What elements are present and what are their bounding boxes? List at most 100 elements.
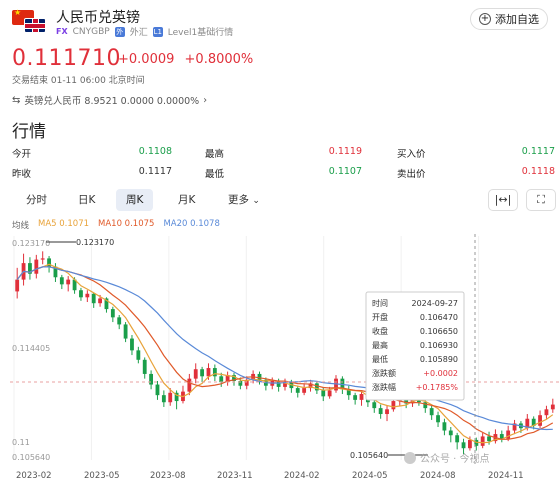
add-watchlist-button[interactable]: + 添加自选 <box>470 8 548 30</box>
x-tick-7: 2024-11 <box>488 471 524 481</box>
tooltip-label: 时间 <box>372 298 388 308</box>
price-change: +0.0009 +0.8000% <box>118 52 253 67</box>
candle-body <box>110 309 115 318</box>
candle-body <box>155 384 160 396</box>
currency-pair-flags-icon <box>12 8 48 36</box>
inverse-rate-link[interactable]: ⇆ 英镑兑人民币 8.9521 0.0000 0.0000% › <box>12 93 208 108</box>
section-title: 行情 <box>12 122 46 142</box>
candle-body <box>66 279 71 285</box>
tab-weekly-k[interactable]: 周K <box>116 189 154 211</box>
tab-monthly-k[interactable]: 月K <box>168 189 205 211</box>
wechat-icon <box>404 452 416 464</box>
candle-body <box>442 422 447 431</box>
ma10-line <box>16 266 554 440</box>
y-tick-mid: 0.114405 <box>12 344 50 353</box>
stat-value-high: 0.1119 <box>328 146 362 157</box>
add-watchlist-label: 添加自选 <box>495 13 539 26</box>
stat-value-open: 0.1108 <box>138 146 172 157</box>
market-icon: 外 <box>114 26 125 37</box>
candle-body <box>168 392 173 403</box>
x-tick-2: 2023-08 <box>150 471 186 481</box>
candle-body <box>193 369 198 379</box>
candle-body <box>123 324 128 339</box>
candle-body <box>136 350 141 360</box>
candle-body <box>117 317 122 325</box>
candle-body <box>206 368 211 377</box>
x-tick-5: 2024-05 <box>352 471 388 481</box>
tooltip-label: 涨跌幅 <box>372 382 396 392</box>
candle-body <box>40 258 45 260</box>
candle-body <box>378 408 383 415</box>
candle-body <box>321 390 326 397</box>
tab-intraday[interactable]: 分时 <box>16 189 57 211</box>
candle-body <box>448 430 453 436</box>
fx-badge: FX <box>56 27 68 36</box>
stat-value-prev-close: 0.1117 <box>138 166 172 177</box>
stat-label-open: 今开 <box>12 149 32 160</box>
market-label: 外汇 <box>129 28 148 38</box>
candle-body <box>359 393 364 400</box>
ma5-line <box>16 263 554 444</box>
chevron-down-icon: ⌄ <box>252 196 260 206</box>
uk-flag-icon <box>24 18 46 33</box>
candle-body <box>487 436 491 442</box>
candle-body <box>59 277 64 285</box>
ma-lines-layer <box>16 263 554 444</box>
tab-more-label: 更多 <box>228 194 249 206</box>
stat-value-ask: 0.1118 <box>521 166 555 177</box>
candle-body <box>15 279 20 292</box>
tooltip-label: 收盘 <box>372 326 388 336</box>
ma5-value: MA5 0.1071 <box>38 219 90 229</box>
level-label: Level1基础行情 <box>167 28 234 38</box>
ohlc-tooltip: 时间 2024-09-27 开盘 0.106470 收盘 0.106650 最高 0.1069… <box>365 291 465 401</box>
stat-value-bid: 0.1117 <box>521 146 555 157</box>
tooltip-value: +0.0002 <box>423 369 458 378</box>
candle-body <box>212 368 217 377</box>
candle-body <box>200 369 205 377</box>
stat-label-bid: 买入价 <box>397 149 426 160</box>
fit-width-icon[interactable]: |↔| <box>488 189 518 211</box>
x-axis-labels: 2023-02 2023-05 2023-08 2023-11 2024-02 … <box>16 471 524 481</box>
candle-body <box>34 259 39 274</box>
candle-body <box>538 415 542 426</box>
ma20-line <box>16 266 553 431</box>
symbol-info: FX CNYGBP 外 外汇 L1 Level1基础行情 <box>56 25 233 38</box>
tooltip-label: 最高 <box>372 340 388 350</box>
tooltip-label: 开盘 <box>372 312 388 322</box>
candle-body <box>461 442 466 449</box>
trading-status: 交易结束 01-11 06:00 北京时间 <box>12 76 145 86</box>
swap-icon: ⇆ <box>12 94 21 106</box>
candle-body <box>480 436 485 446</box>
x-tick-3: 2023-11 <box>217 471 253 481</box>
candle-body <box>455 435 460 443</box>
current-price: 0.111710 <box>12 46 121 71</box>
candles-layer <box>15 251 555 455</box>
kline-chart[interactable]: 0.123170 0.123170 0.114405 0.11 0.105640… <box>0 232 560 488</box>
ma-legend: 均线 MA5 0.1071 MA10 0.1075 MA20 0.1078 <box>12 219 220 231</box>
candle-body <box>130 338 134 351</box>
candle-body <box>85 293 90 298</box>
watermark-text: 公众号 · 今视点 <box>420 452 490 465</box>
tab-more[interactable]: 更多 ⌄ <box>218 189 270 211</box>
fullscreen-icon[interactable]: ⛶ <box>526 189 556 211</box>
ma-label: 均线 <box>12 221 30 231</box>
candle-body <box>98 298 102 304</box>
candle-body <box>219 376 224 383</box>
stat-label-prev-close: 昨收 <box>12 169 32 180</box>
x-tick-6: 2024-08 <box>420 471 456 481</box>
x-tick-0: 2023-02 <box>16 471 52 481</box>
y-tick-011: 0.11 <box>12 438 30 447</box>
tooltip-value: 2024-09-27 <box>412 299 459 308</box>
candle-body <box>149 373 154 385</box>
plus-circle-icon: + <box>479 13 491 25</box>
ma20-value: MA20 0.1078 <box>163 219 220 229</box>
chevron-right-icon: › <box>203 94 208 106</box>
candle-body <box>295 388 300 393</box>
candle-body <box>142 359 147 374</box>
tab-daily-k[interactable]: 日K <box>68 189 105 211</box>
candle-body <box>506 430 511 439</box>
high-annotation: 0.123170 <box>76 238 114 247</box>
ma10-value: MA10 0.1075 <box>98 219 155 229</box>
tooltip-value: 0.105890 <box>420 355 458 364</box>
header: 人民币兑英镑 FX CNYGBP 外 外汇 L1 Level1基础行情 + 添加… <box>12 8 548 40</box>
